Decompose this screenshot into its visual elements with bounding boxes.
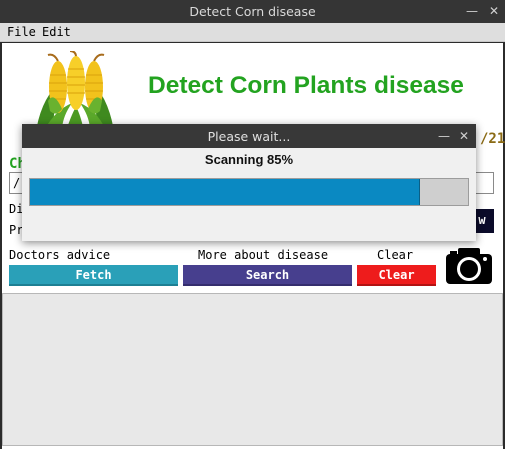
search-button[interactable]: Search	[183, 265, 352, 286]
dialog-minimize-icon[interactable]: —	[435, 127, 453, 145]
menu-file[interactable]: File	[7, 25, 36, 39]
doctors-advice-label: Doctors advice	[9, 248, 111, 262]
progress-dialog: Please wait... — ✕ Scanning 85%	[22, 124, 476, 241]
dialog-close-icon[interactable]: ✕	[455, 127, 473, 145]
close-icon[interactable]: ✕	[485, 2, 503, 20]
scan-progress-bar	[29, 178, 469, 206]
window-titlebar: Detect Corn disease — ✕	[0, 0, 505, 23]
dialog-title: Please wait...	[207, 129, 291, 144]
menu-edit[interactable]: Edit	[42, 25, 71, 39]
menu-bar: File Edit	[0, 23, 505, 42]
scan-progress-fill	[30, 179, 420, 205]
date-text: /21	[480, 131, 505, 147]
clear-label: Clear	[377, 248, 414, 262]
camera-icon	[446, 248, 492, 284]
window-title: Detect Corn disease	[189, 4, 316, 19]
dialog-titlebar: Please wait... — ✕	[22, 124, 476, 148]
clear-button[interactable]: Clear	[357, 265, 436, 286]
more-about-disease-label: More about disease	[198, 248, 329, 262]
app-title: Detect Corn Plants disease	[148, 72, 464, 99]
corn-logo-icon	[36, 51, 114, 131]
minimize-icon[interactable]: —	[463, 2, 481, 20]
camera-button[interactable]	[443, 243, 495, 288]
fetch-button[interactable]: Fetch	[9, 265, 178, 286]
scanning-message: Scanning 85%	[204, 152, 294, 167]
output-text-area[interactable]	[2, 293, 503, 446]
file-path-text: /	[13, 176, 21, 190]
